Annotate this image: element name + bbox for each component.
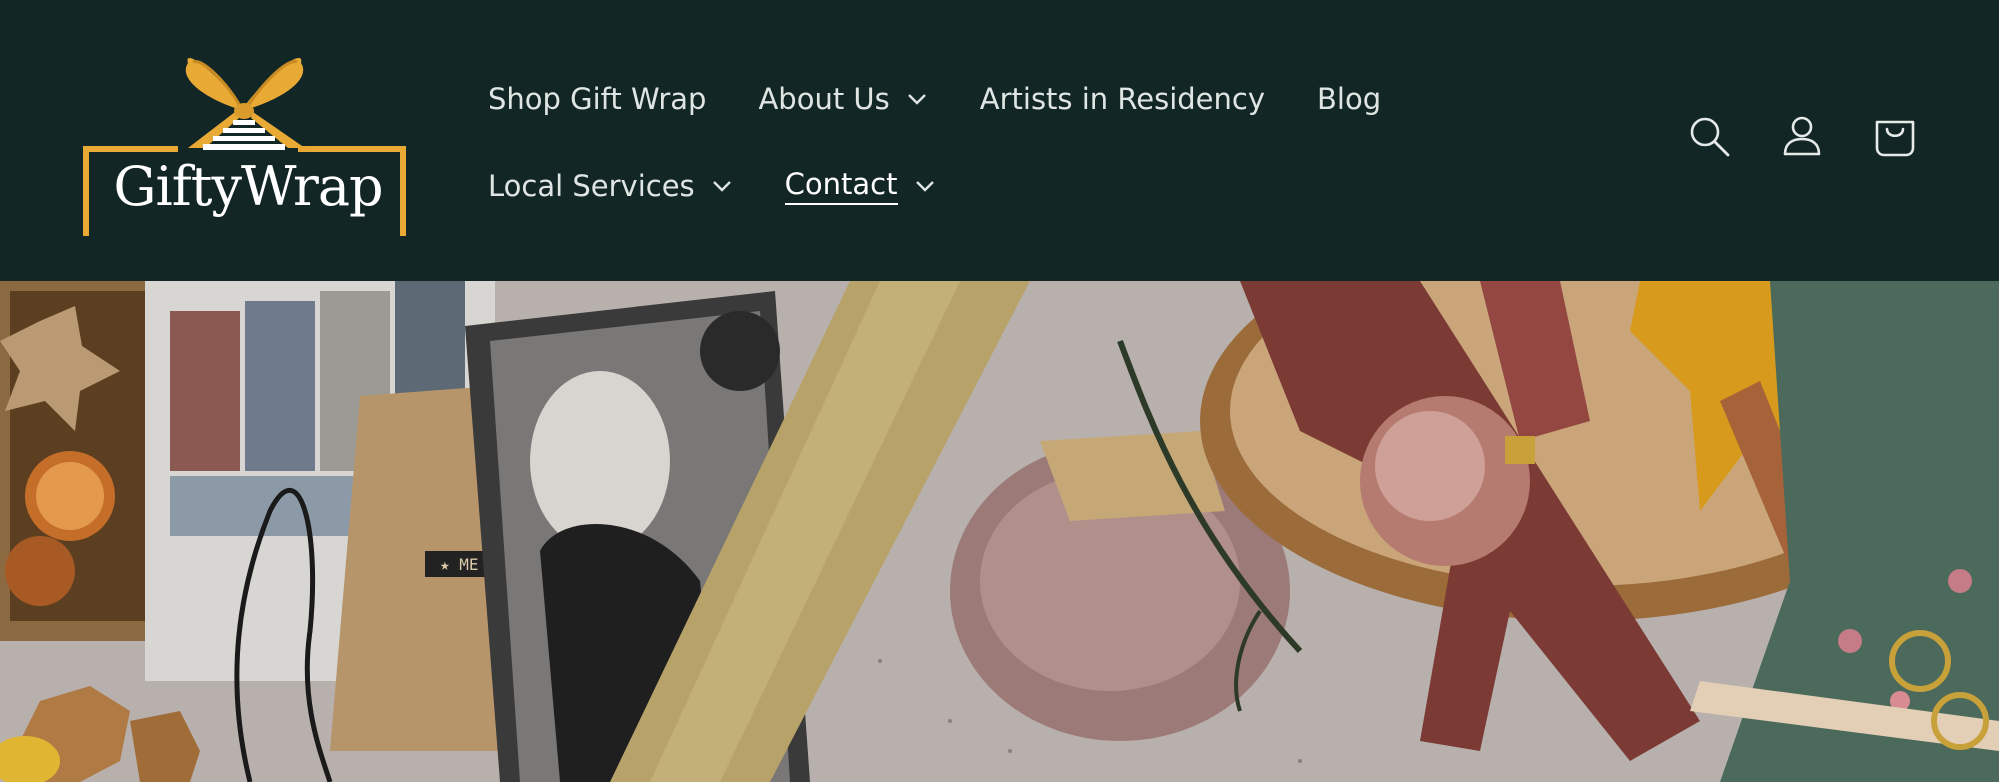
- chevron-down-icon: [915, 181, 934, 192]
- cart-icon: [1875, 120, 1915, 157]
- nav-label: Contact: [784, 167, 898, 205]
- nav-label: Blog: [1317, 82, 1382, 116]
- nav-item-local-services[interactable]: Local Services: [488, 169, 733, 203]
- brand-logo[interactable]: GiftyWrap: [83, 48, 408, 238]
- nav-item-shop-gift-wrap[interactable]: Shop Gift Wrap: [488, 82, 706, 116]
- hero-image: ★ ME: [0, 281, 1999, 782]
- nav-row-secondary: Local Services Contact: [488, 155, 1388, 217]
- cart-button[interactable]: [1871, 112, 1919, 160]
- search-icon: [1690, 117, 1730, 157]
- nav-label: Shop Gift Wrap: [488, 82, 707, 116]
- gift-wrapping-flatlay-photo: ★ ME: [0, 281, 1999, 782]
- nav-label: About Us: [758, 82, 890, 116]
- chevron-down-icon: [907, 94, 926, 105]
- search-button[interactable]: [1685, 112, 1733, 160]
- nav-label: Artists in Residency: [979, 82, 1265, 116]
- nav-item-about-us[interactable]: About Us: [758, 82, 927, 116]
- account-icon: [1783, 116, 1821, 156]
- nav-item-artists-in-residency[interactable]: Artists in Residency: [980, 82, 1265, 116]
- nav-label: Local Services: [488, 169, 695, 203]
- main-navigation: Shop Gift Wrap About Us Artists in Resid…: [488, 68, 1388, 242]
- account-button[interactable]: [1778, 112, 1826, 160]
- svg-text:★ ME: ★ ME: [440, 555, 479, 574]
- chevron-down-icon: [712, 181, 731, 192]
- nav-item-blog[interactable]: Blog: [1317, 82, 1381, 116]
- brand-wordmark: GiftyWrap: [113, 155, 383, 218]
- site-header: GiftyWrap Shop Gift Wrap About Us Artist…: [0, 0, 1999, 281]
- header-actions: [1640, 112, 1919, 160]
- nav-row-primary: Shop Gift Wrap About Us Artists in Resid…: [488, 68, 1388, 130]
- nav-item-contact[interactable]: Contact: [784, 167, 936, 205]
